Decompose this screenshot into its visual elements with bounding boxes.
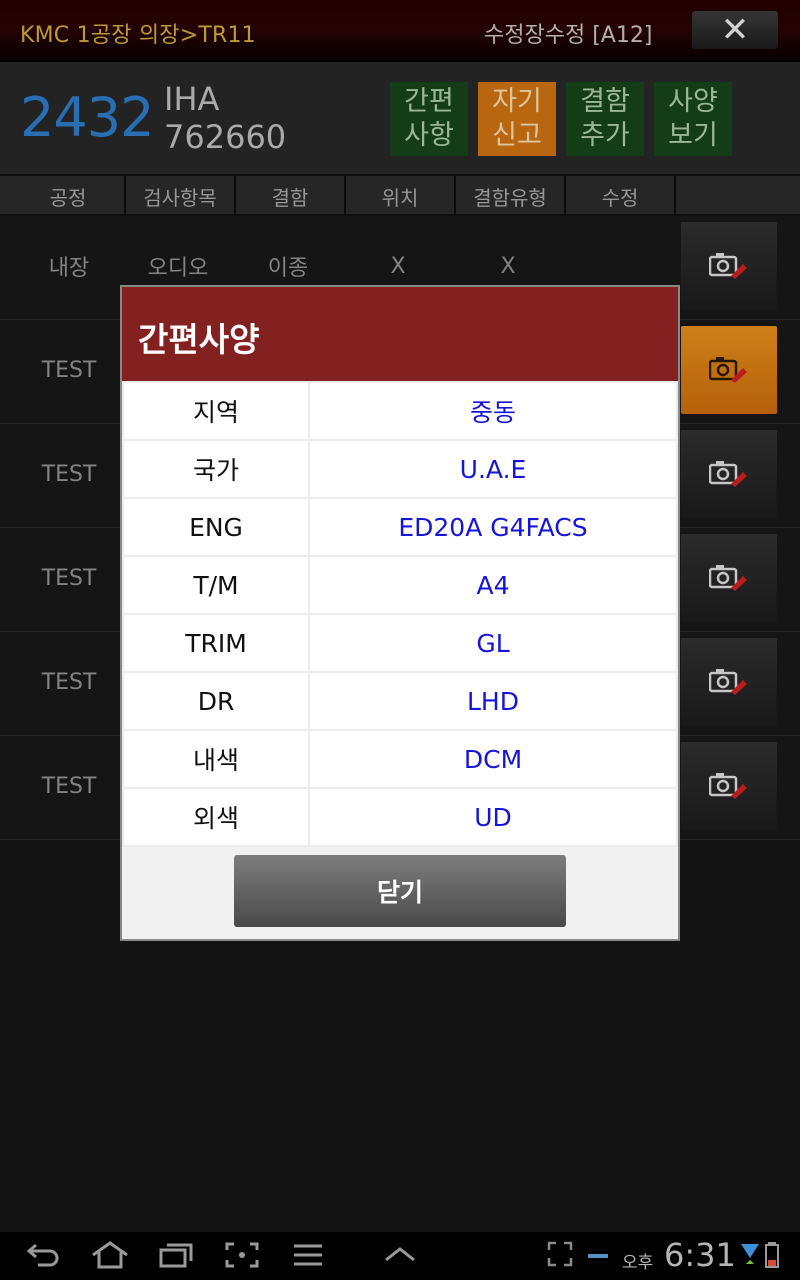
spec-value: LHD [308,671,678,731]
spec-row: 지역 중동 [122,381,678,441]
spec-row: ENG ED20A G4FACS [122,497,678,557]
spec-key: T/M [122,555,310,615]
spec-key: 내색 [122,729,310,789]
spec-key: DR [122,671,310,731]
spec-key: 국가 [122,439,310,499]
screenshot-icon[interactable] [224,1240,260,1270]
status-clock: 6:31 [664,1236,736,1274]
spec-value: ED20A G4FACS [308,497,678,557]
recent-apps-icon[interactable] [158,1240,194,1270]
dialog-close-button[interactable]: 닫기 [234,855,566,927]
spec-value: U.A.E [308,439,678,499]
spec-value: UD [308,787,678,847]
spec-key: ENG [122,497,310,557]
dialog-header: 간편사양 [122,287,678,381]
spec-value: DCM [308,729,678,789]
spec-row: 내색 DCM [122,729,678,789]
home-icon[interactable] [90,1240,130,1270]
spec-value: GL [308,613,678,673]
wifi-icon [741,1244,759,1264]
spec-key: 외색 [122,787,310,847]
dialog-title: 간편사양 [138,320,260,359]
chevron-up-icon[interactable] [382,1240,418,1270]
spec-row: DR LHD [122,671,678,731]
spec-value: A4 [308,555,678,615]
battery-icon [765,1242,779,1268]
spec-dialog: 간편사양 지역 중동 국가 U.A.E ENG ED20A G4FACS T/M… [120,285,680,941]
spec-row: 국가 U.A.E [122,439,678,499]
back-icon[interactable] [26,1240,62,1270]
fullscreen-icon[interactable] [546,1240,574,1270]
menu-icon[interactable] [290,1240,326,1270]
spec-value: 중동 [308,381,678,441]
spec-key: TRIM [122,613,310,673]
ampm-indicator: 오후 [622,1253,654,1273]
spec-table: 지역 중동 국가 U.A.E ENG ED20A G4FACS T/M A4 T… [122,381,678,847]
spec-row: T/M A4 [122,555,678,615]
spec-row: 외색 UD [122,787,678,847]
system-nav-bar: 오후 6:31 [0,1232,800,1280]
spec-key: 지역 [122,381,310,441]
spec-row: TRIM GL [122,613,678,673]
minimize-icon[interactable] [586,1240,610,1270]
